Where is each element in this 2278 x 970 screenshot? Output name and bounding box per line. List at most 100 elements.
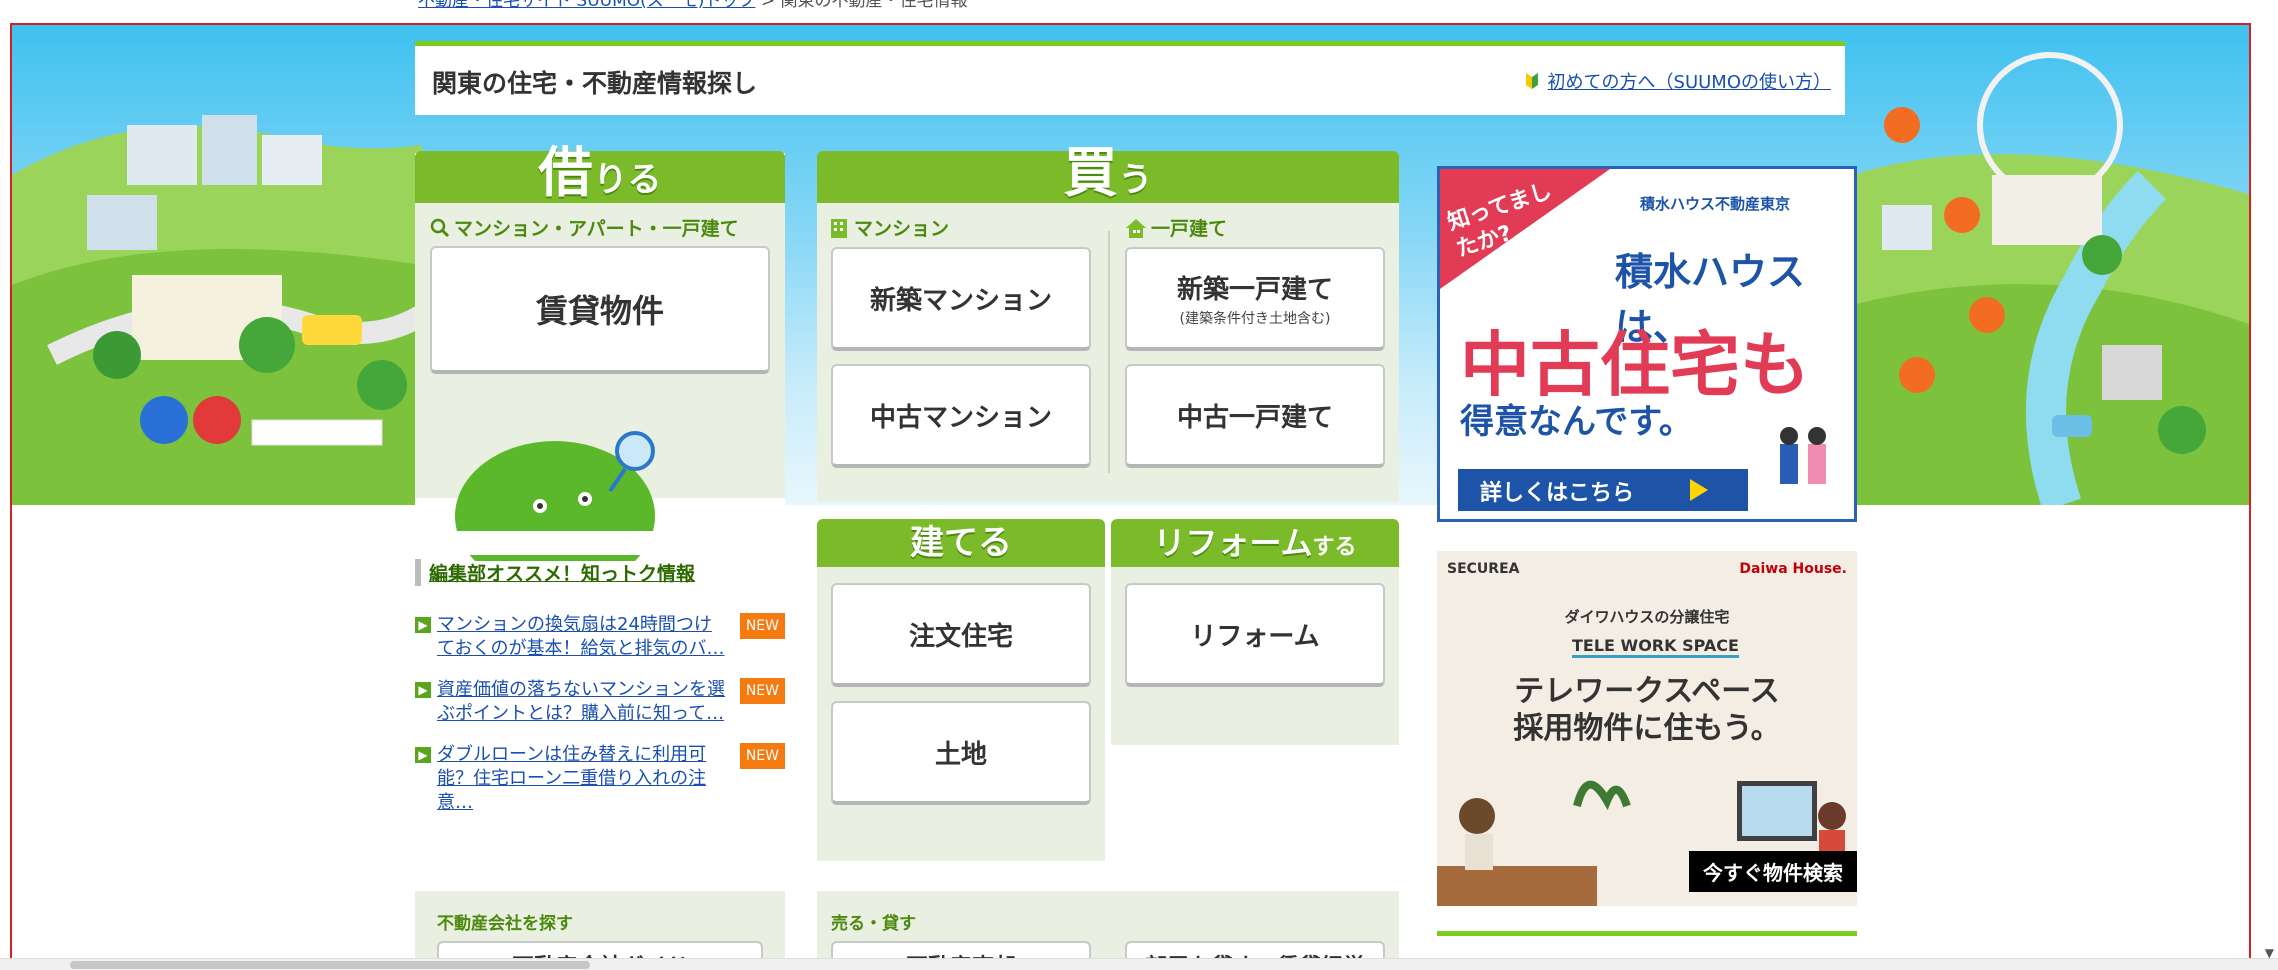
- new-mansion-label: 新築マンション: [869, 285, 1052, 316]
- custom-house-label: 注文住宅: [908, 621, 1013, 652]
- new-house-note: (建築条件付き土地含む): [1179, 310, 1331, 327]
- reform-tab-small: する: [1312, 535, 1357, 560]
- sekisui-house-ad[interactable]: 知ってましたか? 積水ハウス不動産東京 積水ハウスは、 中古住宅も 得意なんです…: [1437, 166, 1857, 522]
- news-item[interactable]: ▶ 資産価値の落ちないマンションを選ぶポイントとは？購入前に知って… NEW: [415, 678, 785, 726]
- custom-house-button[interactable]: 注文住宅: [831, 583, 1091, 687]
- build-tab-header: 建てる: [817, 519, 1105, 567]
- horizontal-scrollbar[interactable]: [0, 958, 2278, 970]
- left-bus: [302, 315, 362, 345]
- ad-brand: 積水ハウス不動産東京: [1640, 195, 1791, 213]
- arrow-right-icon: ▶: [415, 617, 431, 633]
- new-badge: NEW: [739, 613, 785, 639]
- breadcrumb-separator: >: [760, 0, 781, 11]
- left-building-2: [202, 115, 257, 185]
- arrow-right-icon: ▶: [415, 682, 431, 698]
- reform-button[interactable]: リフォーム: [1125, 583, 1385, 687]
- horizontal-scroll-thumb[interactable]: [70, 961, 590, 969]
- building-icon: [831, 218, 847, 238]
- new-badge: NEW: [739, 743, 785, 769]
- left-building-4: [87, 195, 157, 250]
- news-item-text[interactable]: 資産価値の落ちないマンションを選ぶポイントとは？購入前に知って…: [437, 678, 728, 726]
- rent-sub-label-text: マンション・アパート・一戸建て: [454, 218, 739, 240]
- rent-tab-small: りる: [593, 160, 662, 200]
- ad-cta: 詳しくはこちら: [1480, 481, 1635, 506]
- first-time-help-label: 初めての方へ（SUUMOの使い方）: [1547, 72, 1831, 93]
- right-balloon-3: [1969, 297, 2005, 333]
- right-tree-1: [2158, 406, 2206, 454]
- reform-tab-header: リフォームする: [1111, 519, 1399, 567]
- rent-tab-header: 借りる: [415, 146, 785, 203]
- page-title: 関東の住宅・不動産情報探し: [432, 69, 758, 98]
- find-agent-label: 不動産会社を探す: [437, 914, 573, 934]
- right-balloon-1: [1884, 107, 1920, 143]
- rental-property-label: 賃貸物件: [535, 292, 664, 330]
- first-time-help-link[interactable]: 初めての方へ（SUUMOの使い方）: [1524, 68, 1831, 94]
- beginner-mark-icon: [1525, 73, 1538, 89]
- ad2-telework: TELE WORK SPACE: [1572, 636, 1739, 658]
- buy-tab-header: 買う: [817, 146, 1399, 203]
- editor-picks-heading[interactable]: 編集部オススメ！知っトク情報: [415, 559, 785, 586]
- scroll-down-arrow-icon[interactable]: ▼: [2265, 946, 2274, 960]
- right-car: [2052, 415, 2092, 437]
- breadcrumb: 不動産・住宅サイト SUUMO(スーモ)トップ > 関東の不動産・住宅情報: [418, 0, 967, 11]
- left-tree-2: [357, 360, 407, 410]
- news-item[interactable]: ▶ ダブルローンは住み替えに利用可能？住宅ローン二重借り入れの注意… NEW: [415, 743, 785, 815]
- right-town-illustration: [1852, 52, 2249, 505]
- reform-label: リフォーム: [1190, 621, 1320, 652]
- news-item-text[interactable]: ダブルローンは住み替えに利用可能？住宅ローン二重借り入れの注意…: [437, 743, 728, 815]
- page-root: 不動産・住宅サイト SUUMO(スーモ)トップ > 関東の不動産・住宅情報 関東…: [0, 0, 2278, 970]
- header-bar: 関東の住宅・不動産情報探し 初めての方へ（SUUMOの使い方）: [415, 41, 1845, 115]
- right-building-2: [1882, 205, 1932, 250]
- rent-sub-label: マンション・アパート・一戸建て: [430, 214, 739, 241]
- news-item-text[interactable]: マンションの換気扇は24時間つけておくのが基本！給気と排気のバ…: [437, 613, 728, 661]
- rent-tab-big: 借: [538, 141, 594, 204]
- breadcrumb-current: 関東の不動産・住宅情報: [780, 0, 968, 11]
- content-frame: 関東の住宅・不動産情報探し 初めての方へ（SUUMOの使い方） 借りる マンショ…: [10, 23, 2251, 969]
- mascot-fade: [415, 531, 785, 555]
- left-tree-1: [239, 317, 295, 373]
- new-mansion-button[interactable]: 新築マンション: [831, 247, 1091, 351]
- left-mascot-blue: [140, 396, 188, 444]
- sell-lend-label: 売る・貸す: [831, 914, 916, 934]
- main-content: 関東の住宅・不動産情報探し 初めての方へ（SUUMOの使い方） 借りる マンショ…: [415, 41, 1857, 967]
- right-tree-2: [2082, 235, 2122, 275]
- right-building-3: [2102, 345, 2162, 400]
- buy-tab-big: 買: [1063, 141, 1119, 204]
- right-balloon-4: [1899, 357, 1935, 393]
- breadcrumb-home-link[interactable]: 不動産・住宅サイト SUUMO(スーモ)トップ: [418, 0, 755, 11]
- left-building-1: [127, 125, 197, 185]
- land-button[interactable]: 土地: [831, 701, 1091, 805]
- new-house-button[interactable]: 新築一戸建て (建築条件付き土地含む): [1125, 247, 1385, 351]
- buy-mansion-label-text: マンション: [854, 218, 950, 240]
- news-item[interactable]: ▶ マンションの換気扇は24時間つけておくのが基本！給気と排気のバ… NEW: [415, 613, 785, 661]
- buy-divider: [1108, 231, 1110, 473]
- buy-mansion-label: マンション: [830, 214, 949, 241]
- ad2-cta: 今すぐ物件検索: [1689, 851, 1857, 892]
- land-label: 土地: [934, 739, 987, 770]
- ad2-brand-left: SECUREA: [1447, 561, 1520, 577]
- ad2-brand-right: Daiwa House.: [1739, 561, 1847, 577]
- left-tree-3: [93, 331, 141, 379]
- new-badge: NEW: [739, 678, 785, 704]
- used-house-button[interactable]: 中古一戸建て: [1125, 364, 1385, 468]
- buy-house-label-text: 一戸建て: [1151, 218, 1228, 240]
- reform-tab-big: リフォーム: [1153, 524, 1313, 562]
- buy-tab-small: う: [1118, 160, 1153, 200]
- arrow-right-icon: ▶: [415, 747, 431, 763]
- right-building-1: [1992, 175, 2102, 245]
- used-mansion-button[interactable]: 中古マンション: [831, 364, 1091, 468]
- ad2-subtitle: ダイワハウスの分譲住宅: [1564, 608, 1730, 626]
- left-fence: [251, 419, 383, 446]
- ad-headline-3: 得意なんです。: [1460, 402, 1693, 442]
- left-mascot-red: [193, 396, 241, 444]
- buy-house-label: 一戸建て: [1125, 214, 1227, 241]
- left-building-3: [262, 135, 322, 185]
- daiwa-house-ad[interactable]: SECUREA Daiwa House. ダイワハウスの分譲住宅 TELE WO…: [1437, 551, 1857, 906]
- rental-property-button[interactable]: 賃貸物件: [430, 246, 770, 374]
- right-balloon-2: [1944, 197, 1980, 233]
- used-house-label: 中古一戸建て: [1176, 402, 1333, 433]
- used-mansion-label: 中古マンション: [869, 402, 1052, 433]
- build-tab-text: 建てる: [910, 523, 1012, 563]
- search-icon: [430, 218, 450, 237]
- couple-illustration: [1780, 427, 1826, 484]
